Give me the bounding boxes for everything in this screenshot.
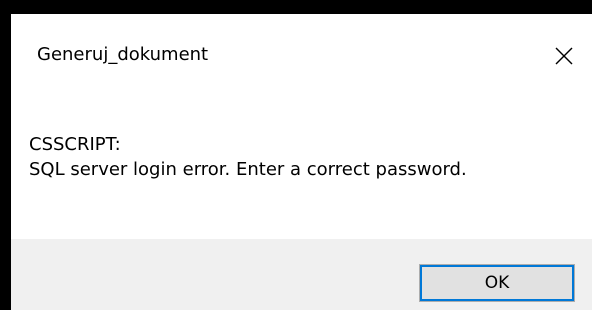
close-icon [555, 47, 573, 65]
window-title: Generuj_dokument [37, 44, 209, 65]
close-button[interactable] [546, 36, 592, 76]
message-area: CSSCRIPT: SQL server login error. Enter … [11, 94, 592, 239]
message-source: CSSCRIPT: [29, 134, 121, 155]
button-bar: OK [11, 239, 592, 310]
message-dialog: Generuj_dokument CSSCRIPT: SQL server lo… [11, 14, 592, 310]
ok-button-label: OK [484, 273, 510, 293]
message-text: SQL server login error. Enter a correct … [29, 159, 467, 180]
ok-button[interactable]: OK [419, 264, 575, 302]
title-bar[interactable]: Generuj_dokument [11, 14, 592, 94]
